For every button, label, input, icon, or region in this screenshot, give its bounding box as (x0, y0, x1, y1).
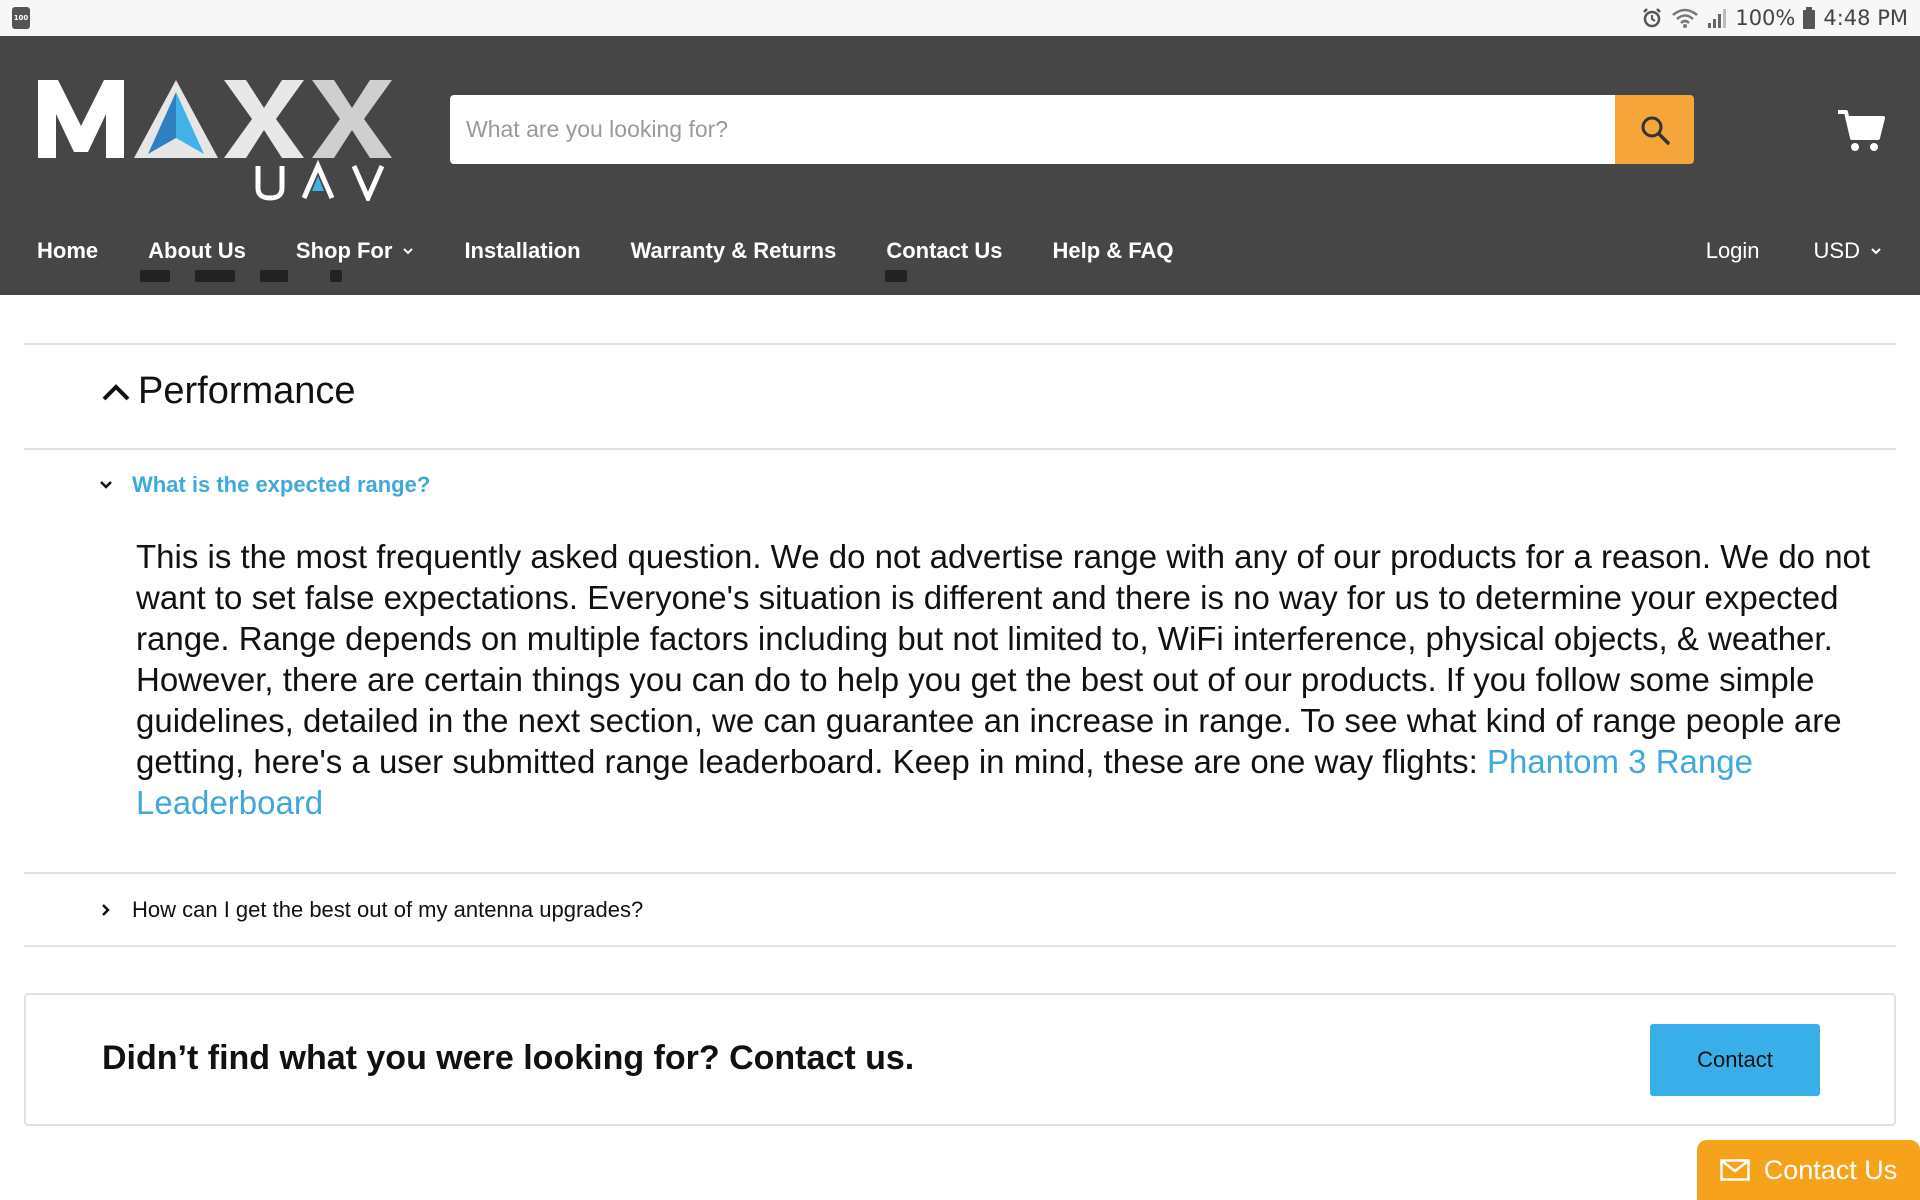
main-nav: Home About Us Shop For Installation Warr… (0, 226, 1920, 276)
faq-question-text: What is the expected range? (132, 472, 431, 497)
chevron-right-icon (102, 904, 110, 916)
faq-question-text: How can I get the best out of my antenna… (132, 897, 644, 922)
battery-notification-icon: 100 (12, 7, 30, 29)
wifi-icon (1672, 8, 1699, 28)
faq-answer-expected-range: This is the most frequently asked questi… (136, 536, 1896, 823)
alarm-icon (1643, 8, 1662, 28)
search-icon (1641, 116, 1670, 145)
login-link[interactable]: Login (1706, 238, 1760, 264)
search-button[interactable] (1615, 95, 1694, 164)
contact-prompt-box: Didn’t find what you were looking for? C… (24, 993, 1896, 1126)
nav-warranty-returns[interactable]: Warranty & Returns (631, 238, 837, 264)
maxx-uav-logo[interactable] (36, 76, 416, 201)
chevron-up-icon (102, 383, 130, 400)
nav-home[interactable]: Home (37, 238, 98, 264)
currency-label: USD (1813, 238, 1860, 263)
signal-icon (1708, 9, 1727, 28)
divider (24, 872, 1896, 874)
nav-about-us-label: About Us (148, 238, 246, 263)
divider (24, 945, 1896, 947)
contact-prompt-text: Didn’t find what you were looking for? C… (102, 1039, 915, 1077)
nav-help-faq-label: Help & FAQ (1052, 238, 1174, 263)
chevron-down-icon (403, 248, 414, 255)
nav-shop-for[interactable]: Shop For (296, 238, 415, 264)
floating-contact-label: Contact Us (1763, 1154, 1898, 1185)
contact-button[interactable]: Contact (1650, 1024, 1820, 1096)
battery-percent: 100% (1735, 6, 1796, 30)
chevron-down-icon (100, 481, 112, 489)
nav-warranty-returns-label: Warranty & Returns (630, 238, 837, 263)
faq-question-antenna-upgrades[interactable]: How can I get the best out of my antenna… (98, 897, 643, 923)
currency-selector[interactable]: USD (1814, 238, 1882, 264)
search-input[interactable] (450, 95, 1615, 164)
cart-icon[interactable] (1836, 106, 1886, 156)
faq-section-title: Performance (138, 370, 356, 412)
status-bar: 100 100% 4:48 PM (0, 0, 1920, 36)
faq-question-expected-range[interactable]: What is the expected range? (98, 472, 430, 498)
nav-help-faq[interactable]: Help & FAQ (1052, 238, 1173, 264)
site-header: Home About Us Shop For Installation Warr… (0, 36, 1920, 295)
envelope-icon (1719, 1159, 1750, 1181)
nav-home-label: Home (37, 238, 99, 263)
nav-installation[interactable]: Installation (464, 238, 580, 264)
page-heading-cutoff (140, 270, 940, 296)
floating-contact-us-button[interactable]: Contact Us (1697, 1140, 1920, 1200)
search-bar (450, 95, 1694, 164)
divider (24, 343, 1896, 345)
nav-shop-for-label: Shop For (295, 238, 393, 263)
faq-section-toggle-performance[interactable]: Performance (100, 370, 356, 413)
nav-installation-label: Installation (464, 238, 581, 263)
nav-contact-us[interactable]: Contact Us (886, 238, 1002, 264)
battery-icon (1803, 7, 1816, 29)
nav-contact-us-label: Contact Us (886, 238, 1003, 263)
login-label: Login (1705, 238, 1760, 263)
clock: 4:48 PM (1823, 6, 1908, 30)
nav-about-us[interactable]: About Us (148, 238, 246, 264)
divider (24, 448, 1896, 450)
nav-right: Login USD (1706, 226, 1882, 276)
chevron-down-icon (1871, 248, 1881, 255)
